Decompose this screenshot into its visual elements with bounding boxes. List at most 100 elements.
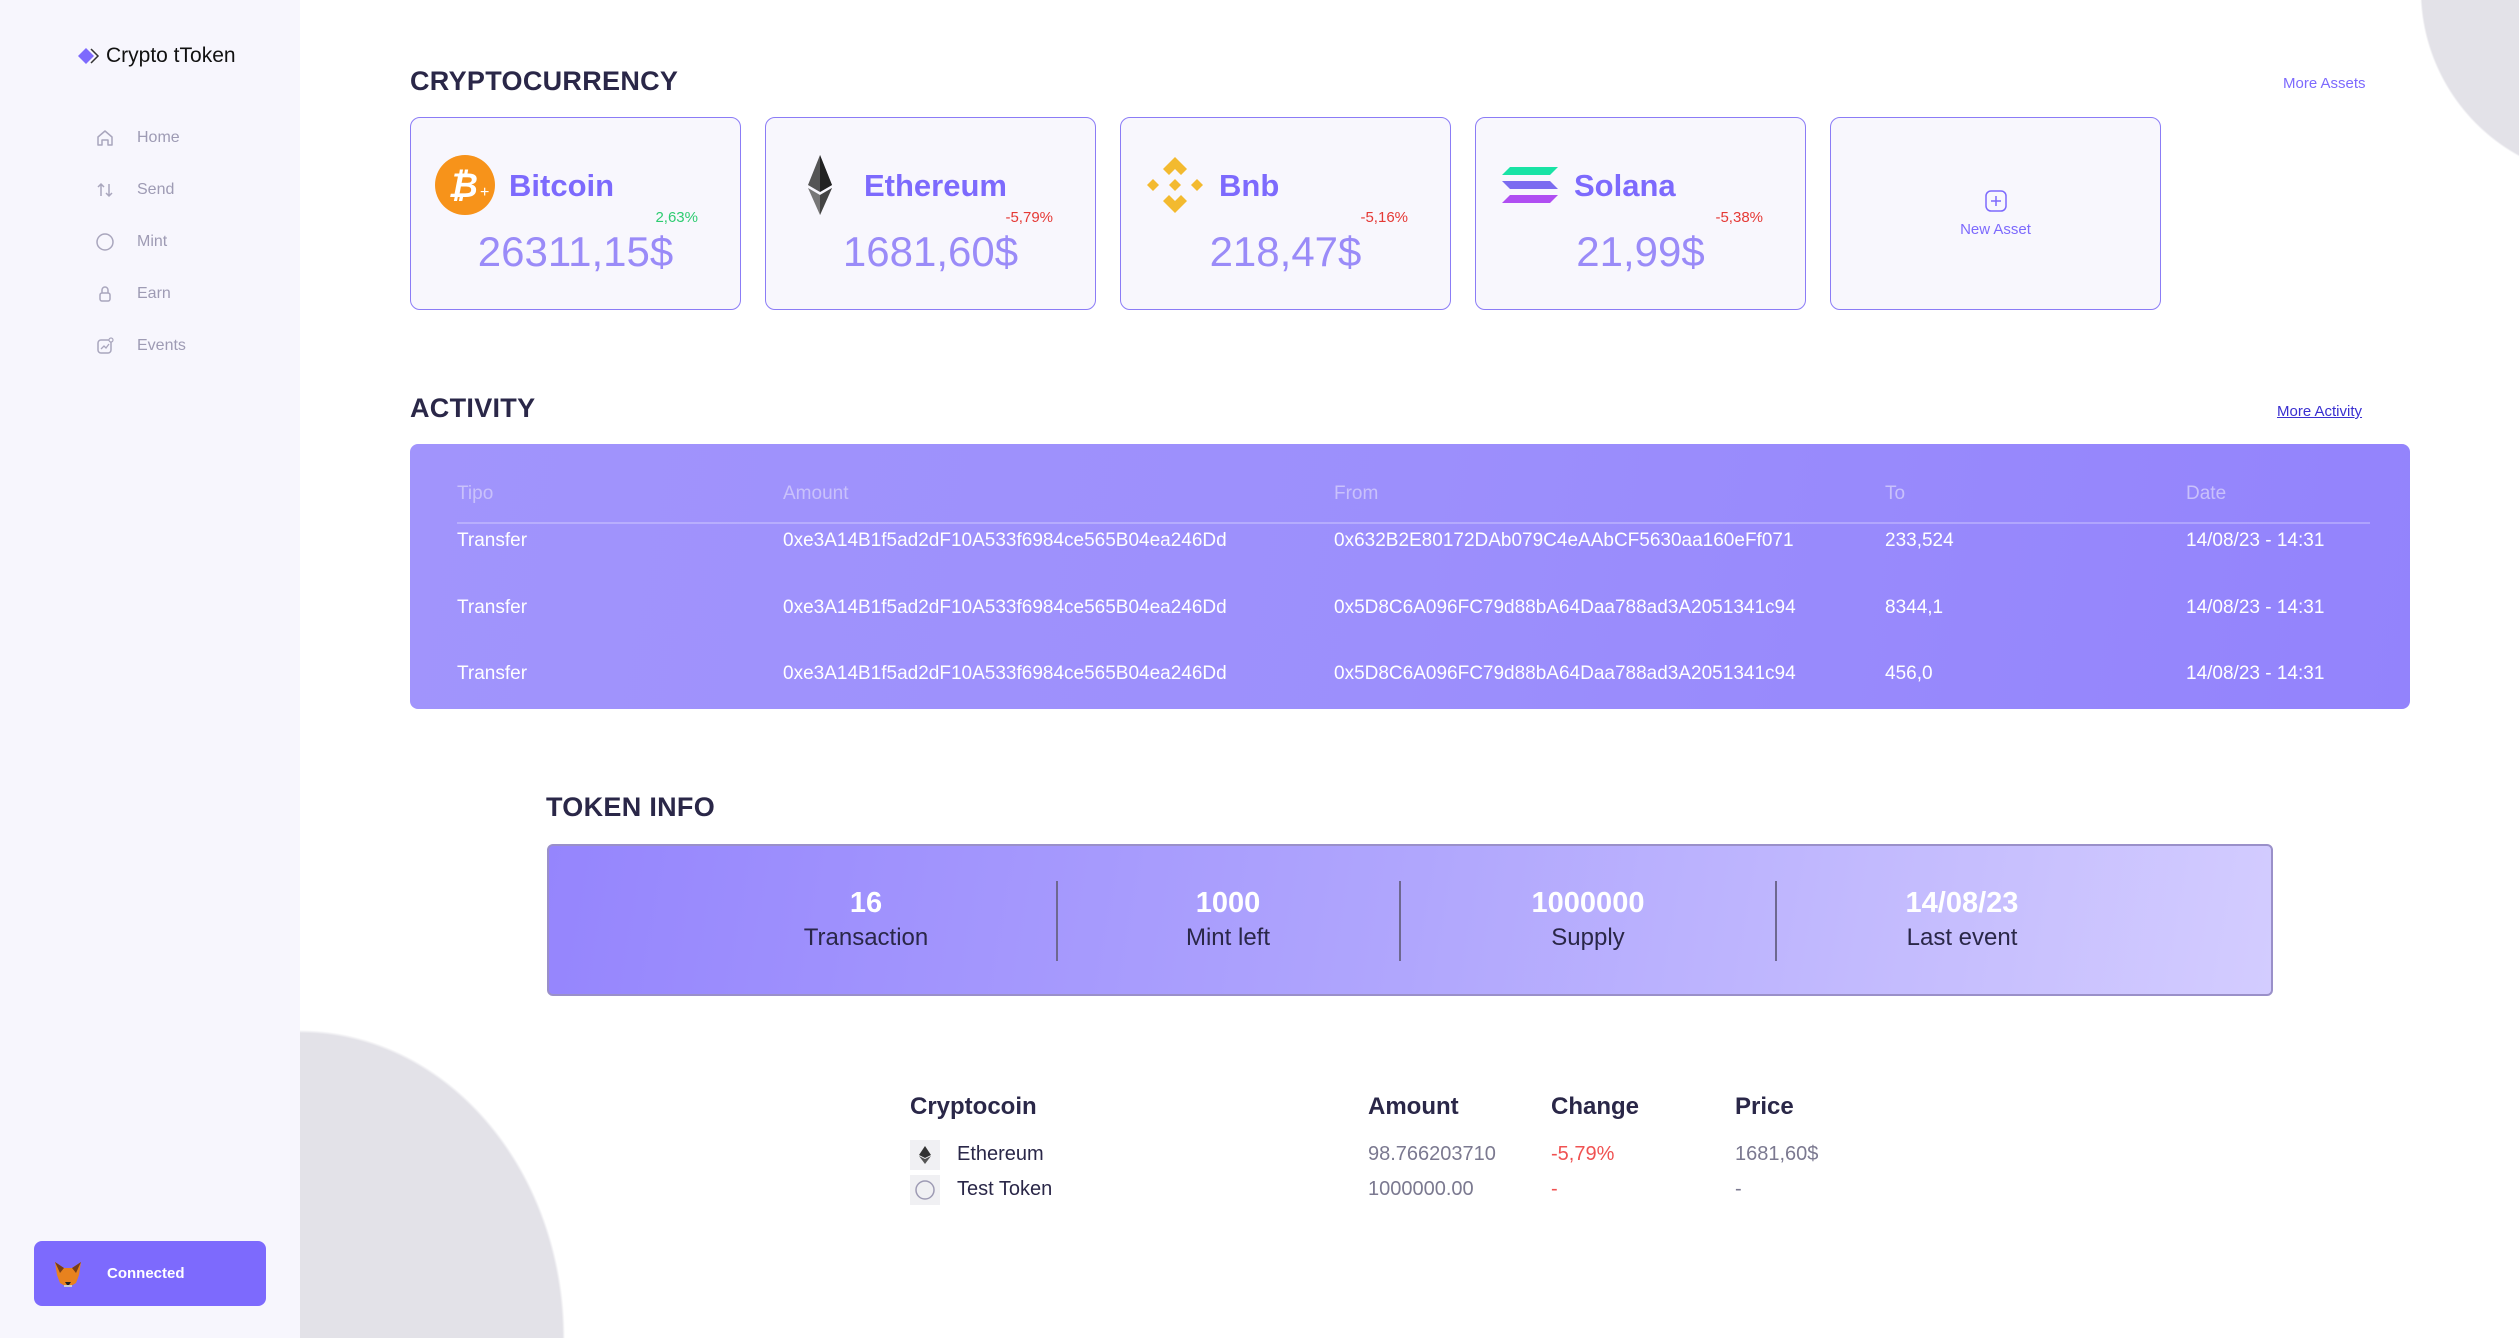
- token-info-panel: 16 Transaction 1000 Mint left 1000000 Suppl…: [547, 844, 2273, 996]
- asset-price: 21,99$: [1576, 228, 1705, 275]
- asset-name: Bnb: [1219, 168, 1280, 203]
- stat-transactions: 16 Transaction: [716, 887, 1016, 952]
- sidebar-item-label: Mint: [137, 233, 168, 250]
- wallet-status-label: Connected: [107, 1265, 185, 1282]
- asset-card-bitcoin[interactable]: ₿ + Bitcoin 2,63% 26311,15$: [410, 117, 741, 310]
- asset-card-bnb[interactable]: Bnb -5,16% 218,47$: [1120, 117, 1451, 310]
- brand-name: Crypto tToken: [106, 44, 236, 67]
- table-cell: 0xe3A14B1f5ad2dF10A533f6984ce565B04ea246…: [783, 597, 1227, 618]
- asset-price: 218,47$: [1209, 228, 1362, 275]
- new-asset-button[interactable]: New Asset: [1830, 117, 2161, 310]
- asset-price: 26311,15$: [477, 228, 674, 275]
- sidebar-item-home[interactable]: Home: [95, 112, 186, 164]
- stat-label: Transaction: [803, 924, 929, 951]
- column-header: Tipo: [457, 483, 494, 504]
- stat-value: 14/08/23: [1905, 887, 2019, 919]
- coin-change: -5,79%: [1551, 1143, 1615, 1165]
- table-cell: 456,0: [1885, 663, 1933, 684]
- table-cell: Transfer: [457, 530, 528, 551]
- table-cell: 14/08/23 - 14:31: [2186, 663, 2325, 684]
- coin-amount: 98.766203710: [1368, 1143, 1496, 1165]
- coin-amount: 1000000.00: [1368, 1178, 1474, 1200]
- more-assets-link[interactable]: More Assets: [2283, 75, 2366, 92]
- table-cell: Transfer: [457, 597, 528, 618]
- sidebar-item-earn[interactable]: Earn: [95, 268, 186, 320]
- table-cell: 0x632B2E80172DAb079C4eAAbCF5630aa160eFf0…: [1334, 530, 1794, 551]
- new-asset-label: New Asset: [1960, 221, 2031, 238]
- asset-name: Bitcoin: [509, 168, 615, 203]
- sidebar-nav: Home Send Mint Earn Events: [95, 112, 186, 372]
- coin-name: Test Token: [957, 1178, 1053, 1200]
- sidebar-item-send[interactable]: Send: [95, 164, 186, 216]
- sidebar-item-label: Home: [137, 129, 180, 146]
- sidebar: Crypto tToken Home Send Mint Earn Events…: [0, 0, 300, 1338]
- column-header: To: [1885, 483, 1906, 504]
- svg-text:+: +: [480, 184, 489, 201]
- stat-supply: 1000000 Supply: [1438, 887, 1738, 952]
- sidebar-item-events[interactable]: Events: [95, 320, 186, 372]
- metamask-fox-icon: [55, 1261, 81, 1287]
- stat-mint-left: 1000 Mint left: [1078, 887, 1378, 952]
- table-cell: 14/08/23 - 14:31: [2186, 530, 2325, 551]
- section-title-cryptocurrency: CRYPTOCURRENCY: [410, 66, 679, 96]
- column-header: Cryptocoin: [910, 1093, 1037, 1120]
- asset-change: 2,63%: [655, 209, 698, 226]
- svg-text:₿: ₿: [448, 167, 478, 205]
- asset-change: -5,16%: [1360, 209, 1408, 226]
- coin-change: -: [1551, 1178, 1558, 1200]
- sidebar-item-mint[interactable]: Mint: [95, 216, 186, 268]
- table-cell: Transfer: [457, 663, 528, 684]
- sidebar-item-label: Send: [137, 181, 175, 198]
- bnb-icon: [1147, 157, 1203, 213]
- table-cell: 0xe3A14B1f5ad2dF10A533f6984ce565B04ea246…: [783, 663, 1227, 684]
- asset-card-solana[interactable]: Solana -5,38% 21,99$: [1475, 117, 1806, 310]
- wallet-connect-button[interactable]: Connected: [34, 1241, 266, 1306]
- brand-logo[interactable]: Crypto tToken: [78, 44, 236, 68]
- stat-label: Last event: [1906, 924, 2018, 951]
- decorative-blob: [2420, 0, 2519, 180]
- asset-name: Ethereum: [864, 168, 1007, 203]
- divider: [1399, 881, 1401, 961]
- lock-icon: [99, 286, 111, 302]
- plus-square-icon: [1984, 190, 2007, 212]
- coin-price: -: [1735, 1178, 1742, 1200]
- sidebar-item-label: Earn: [137, 285, 171, 302]
- activity-table: Tipo Amount From To Date Transfer 0xe3A14…: [410, 444, 2410, 709]
- table-cell: 0xe3A14B1f5ad2dF10A533f6984ce565B04ea246…: [783, 530, 1227, 551]
- asset-change: -5,38%: [1715, 209, 1763, 226]
- solana-icon: [1502, 167, 1558, 203]
- stat-label: Mint left: [1185, 924, 1271, 951]
- more-activity-link[interactable]: More Activity: [2277, 403, 2362, 420]
- asset-change: -5,79%: [1005, 209, 1053, 226]
- token-circle-icon: [910, 1175, 940, 1205]
- transfer-arrows-icon: [97, 182, 113, 198]
- table-cell: 14/08/23 - 14:31: [2186, 597, 2325, 618]
- stat-value: 1000000: [1531, 887, 1645, 919]
- table-cell: 0x5D8C6A096FC79d88bA64Daa788ad3A2051341c…: [1334, 663, 1796, 684]
- table-cell: 8344,1: [1885, 597, 1944, 618]
- divider: [1056, 881, 1058, 961]
- column-header: From: [1334, 483, 1379, 504]
- stat-last-event: 14/08/23 Last event: [1812, 887, 2112, 952]
- ethereum-icon: [910, 1140, 940, 1170]
- section-title-token-info: TOKEN INFO: [546, 792, 716, 822]
- stat-value: 1000: [1195, 887, 1261, 919]
- circle-icon: [96, 233, 114, 251]
- column-header: Date: [2186, 483, 2227, 504]
- decorative-blob: [300, 1030, 570, 1338]
- home-icon: [97, 130, 113, 146]
- table-cell: 0x5D8C6A096FC79d88bA64Daa788ad3A2051341c…: [1334, 597, 1796, 618]
- stat-value: 16: [849, 887, 883, 919]
- asset-price: 1681,60$: [842, 228, 1019, 275]
- coin-price: 1681,60$: [1735, 1143, 1819, 1165]
- table-header: Tipo Amount From To Date: [457, 464, 2370, 524]
- sidebar-item-label: Events: [137, 337, 186, 354]
- column-header: Amount: [783, 483, 849, 504]
- section-title-activity: ACTIVITY: [410, 393, 536, 423]
- chart-icon: [97, 337, 114, 354]
- table-cell: 233,524: [1885, 530, 1954, 551]
- column-header: Change: [1551, 1093, 1640, 1120]
- asset-card-ethereum[interactable]: Ethereum -5,79% 1681,60$: [765, 117, 1096, 310]
- bitcoin-icon: ₿ +: [435, 155, 495, 215]
- coin-name: Ethereum: [957, 1143, 1044, 1165]
